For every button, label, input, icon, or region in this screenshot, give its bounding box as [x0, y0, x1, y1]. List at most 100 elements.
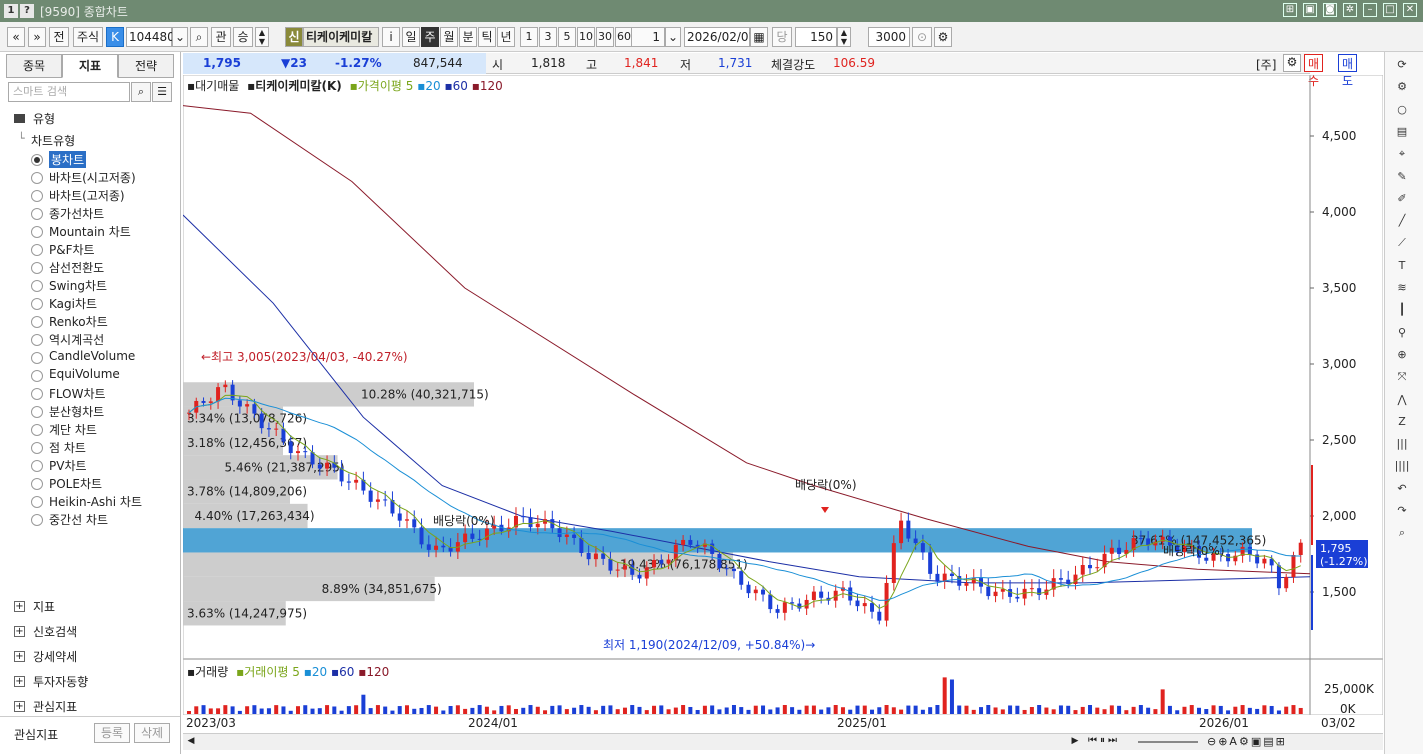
pencil-icon[interactable]: ✎ [1393, 168, 1411, 186]
chart-type-radio[interactable] [31, 460, 43, 472]
redo-icon[interactable]: ↷ [1393, 502, 1411, 520]
zoomin-icon[interactable]: ⊕ [1393, 346, 1411, 364]
search-icon[interactable]: ⌕ [131, 82, 151, 102]
speed-slider[interactable] [1138, 741, 1198, 743]
next-button[interactable]: » [28, 27, 46, 47]
bars-icon[interactable]: ||| [1393, 435, 1411, 453]
circle-icon[interactable]: ○ [1393, 101, 1411, 119]
tab-stock[interactable]: 종목 [6, 54, 62, 78]
chart-type-option[interactable]: 바차트(시고저종) [49, 169, 136, 186]
chart-type-radio[interactable] [31, 478, 43, 490]
search-input[interactable]: 스마트 검색 [8, 82, 130, 102]
chart-type-radio[interactable] [31, 190, 43, 202]
chart-type-option[interactable]: 봉차트 [49, 151, 87, 168]
search-icon[interactable]: ⌕ [1393, 524, 1411, 542]
gear-icon[interactable]: ⚙ [1393, 78, 1411, 96]
info-button[interactable]: i [382, 27, 400, 47]
code-dropdown-icon[interactable]: ⌄ [172, 27, 188, 47]
scroll-right-icon[interactable]: ▶ [1069, 736, 1081, 748]
group-2[interactable]: + 강세약세 [14, 648, 77, 665]
period-button[interactable]: 월 [440, 27, 458, 47]
maximize-icon[interactable]: □ [1383, 3, 1397, 17]
zoom-icon[interactable]: ⚲ [1393, 324, 1411, 342]
help-icon[interactable]: ? [20, 4, 34, 18]
before-button[interactable]: 전 [49, 27, 69, 47]
camera-icon[interactable]: ◙ [1323, 3, 1337, 17]
candle-icon[interactable]: ┃ [1393, 301, 1411, 319]
chart-type-option[interactable]: Swing차트 [49, 277, 107, 294]
delete-button[interactable]: 삭제 [134, 723, 170, 743]
expand-icon[interactable]: + [14, 676, 25, 687]
cross-icon[interactable]: ⤧ [1393, 368, 1411, 386]
chart-type-radio[interactable] [31, 496, 43, 508]
interval-button[interactable]: 10 [577, 27, 595, 47]
k-button[interactable]: K [106, 27, 124, 47]
chart-type-option[interactable]: 종가선차트 [49, 205, 104, 222]
chart-type-radio[interactable] [31, 154, 43, 166]
line-icon[interactable]: ╱ [1393, 212, 1411, 230]
text-icon[interactable]: T [1393, 257, 1411, 275]
code-input[interactable]: 104480 [126, 27, 175, 47]
chart-type-option[interactable]: 분산형차트 [49, 403, 104, 420]
interval-button[interactable]: 3 [539, 27, 557, 47]
group-3[interactable]: + 투자자동향 [14, 673, 88, 690]
chart-type-radio[interactable] [31, 280, 43, 292]
chart-type-option[interactable]: 중간선 차트 [49, 511, 108, 528]
close-icon[interactable]: ✕ [1403, 3, 1417, 17]
chart-type-radio[interactable] [31, 316, 43, 328]
zigzag-icon[interactable]: Ζ [1393, 413, 1411, 431]
chart-type-radio[interactable] [31, 334, 43, 346]
chart-type-radio[interactable] [31, 514, 43, 526]
chart-type-radio[interactable] [31, 352, 43, 364]
seung-button[interactable]: 승 [233, 27, 253, 47]
pencil2-icon[interactable]: ✐ [1393, 190, 1411, 208]
undo-icon[interactable]: ↶ [1393, 480, 1411, 498]
fib-icon[interactable]: ≋ [1393, 279, 1411, 297]
scrollbar[interactable]: ◀ ▶ ⏮⏸⏭ ⊖⊕A⚙▣▤⊞ [183, 733, 1383, 750]
chart-type-radio[interactable] [31, 298, 43, 310]
settings-icon[interactable]: ✲ [1343, 3, 1357, 17]
dang-button[interactable]: 당 [772, 27, 792, 47]
chart-type-radio[interactable] [31, 208, 43, 220]
chart-type-option[interactable]: FLOW차트 [49, 385, 106, 402]
chart-type-option[interactable]: 삼선전환도 [49, 259, 104, 276]
search-icon[interactable]: ⌕ [190, 27, 208, 47]
chart-type-option[interactable]: CandleVolume [49, 349, 135, 363]
group-4[interactable]: + 관심지표 [14, 698, 77, 715]
zoom-controls[interactable]: ⊖⊕A⚙▣▤⊞ [1207, 735, 1287, 748]
tab-indicator[interactable]: 지표 [62, 54, 118, 78]
chart-type-option[interactable]: POLE차트 [49, 475, 102, 492]
count-input[interactable]: 150 [795, 27, 837, 47]
chart-svg[interactable]: 4,500 4,000 3,500 3,000 2,500 2,000 1,500 10.28… [182, 74, 1384, 716]
period-button[interactable]: 틱 [478, 27, 496, 47]
buy-button[interactable]: 매수 [1304, 54, 1324, 88]
chart-type-option[interactable]: Mountain 차트 [49, 223, 131, 240]
unit-dropdown-icon[interactable]: ⌄ [665, 27, 681, 47]
price-chart[interactable]: 4,500 4,000 3,500 3,000 2,500 2,000 1,500 10.28… [182, 74, 1384, 716]
chart-type-option[interactable]: Heikin-Ashi 차트 [49, 493, 142, 510]
pin-icon[interactable]: ⌖ [1393, 145, 1411, 163]
chart-type-radio[interactable] [31, 226, 43, 238]
total-input[interactable]: 3000 [868, 27, 910, 47]
chart-type-radio[interactable] [31, 442, 43, 454]
interval-button[interactable]: 5 [558, 27, 576, 47]
date-input[interactable]: 2026/02/01 [684, 27, 756, 47]
interval-button[interactable]: 1 [520, 27, 538, 47]
prev-button[interactable]: « [7, 27, 25, 47]
auto-icon[interactable]: ⟋ [1393, 234, 1411, 252]
tab-strategy[interactable]: 전략 [118, 54, 174, 78]
chart-type-option[interactable]: PV차트 [49, 457, 87, 474]
group-type[interactable]: 유형 [14, 110, 55, 127]
chart-type-radio[interactable] [31, 388, 43, 400]
chart-type-option[interactable]: 바차트(고저종) [49, 187, 125, 204]
save-icon[interactable]: ▣ [1303, 3, 1317, 17]
chart-type-radio[interactable] [31, 424, 43, 436]
chart-type-option[interactable]: EquiVolume [49, 367, 120, 381]
chart-type-option[interactable]: Renko차트 [49, 313, 108, 330]
chart-type-option[interactable]: Kagi차트 [49, 295, 97, 312]
menu-icon[interactable]: ☰ [152, 82, 172, 102]
bars2-icon[interactable]: |||| [1393, 457, 1411, 475]
period-button[interactable]: 주 [421, 27, 439, 47]
unit-input[interactable]: 1 [631, 27, 665, 47]
kwan-button[interactable]: 관 [211, 27, 231, 47]
